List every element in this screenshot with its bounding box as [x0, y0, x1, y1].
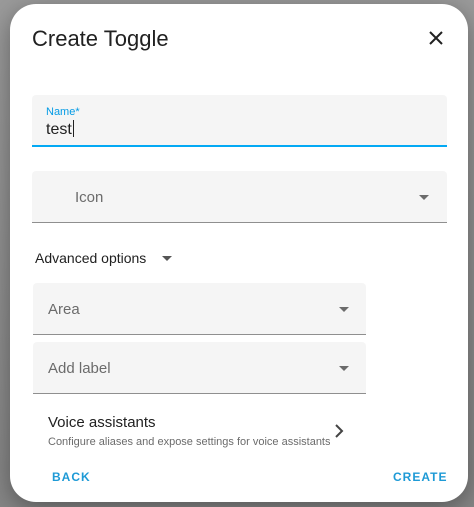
close-icon	[429, 31, 443, 45]
create-button[interactable]: CREATE	[393, 470, 447, 484]
advanced-options-toggle[interactable]: Advanced options	[35, 247, 173, 269]
voice-assistants-row[interactable]: Voice assistants Configure aliases and e…	[32, 406, 358, 458]
voice-assistants-title: Voice assistants	[48, 414, 156, 431]
dialog-title: Create Toggle	[32, 26, 169, 51]
close-button[interactable]	[422, 24, 450, 52]
chevron-down-icon	[339, 307, 349, 312]
area-select[interactable]: Area	[33, 283, 366, 335]
chevron-down-icon	[419, 195, 429, 200]
advanced-options-label: Advanced options	[35, 250, 147, 266]
name-field[interactable]: Name* test	[32, 95, 447, 147]
voice-assistants-subtitle: Configure aliases and expose settings fo…	[48, 436, 330, 448]
icon-picker[interactable]: Icon	[32, 171, 447, 223]
text-caret	[72, 120, 74, 137]
name-label: Name*	[46, 106, 80, 118]
create-toggle-dialog: Create Toggle Name* test Icon Advanced o…	[10, 4, 468, 502]
chevron-down-icon	[162, 255, 173, 261]
chevron-right-icon	[335, 424, 344, 438]
name-input-value[interactable]: test	[46, 120, 74, 139]
icon-picker-placeholder: Icon	[75, 189, 104, 206]
add-label-placeholder: Add label	[48, 360, 111, 377]
area-placeholder: Area	[48, 301, 80, 318]
chevron-down-icon	[339, 366, 349, 371]
add-label-select[interactable]: Add label	[33, 342, 366, 394]
back-button[interactable]: BACK	[52, 470, 91, 484]
